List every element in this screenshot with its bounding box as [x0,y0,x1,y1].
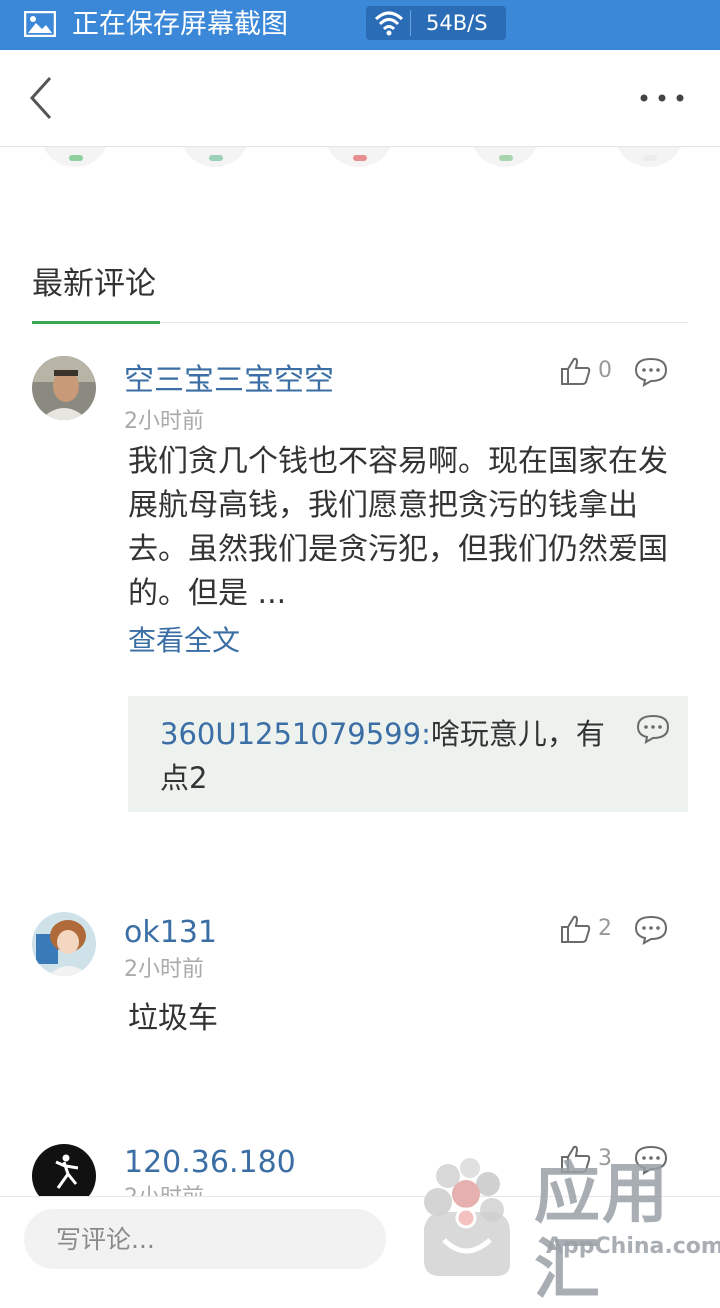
comment-username[interactable]: 120.36.180 [124,1144,296,1182]
share-more-icon[interactable] [614,147,684,167]
status-bar: 正在保存屏幕截图 54B/S [0,0,720,50]
top-nav [0,50,720,147]
share-row [0,147,720,177]
write-comment-input[interactable] [24,1209,386,1269]
more-options-icon[interactable] [632,80,692,116]
latest-comments-tab[interactable]: 最新评论 [32,264,156,304]
avatar-photo [32,912,96,976]
back-button[interactable] [20,72,64,122]
wifi-icon [374,11,404,36]
appchina-watermark: 应用汇 AppChina.com [418,1148,720,1308]
reply-content: 360U1251079599:啥玩意儿，有点2 [160,712,620,800]
thumbs-up-icon [561,915,591,943]
thumbs-up-icon [561,357,591,385]
network-indicator: 54B/S [366,6,506,40]
reply-author[interactable]: 360U1251079599: [160,717,431,751]
status-text: 正在保存屏幕截图 [72,9,288,40]
reply-bubble-icon[interactable] [634,915,668,945]
share-wechat-icon[interactable] [40,147,110,167]
share-qq-icon[interactable] [470,147,540,167]
reply-bubble-icon[interactable] [634,357,668,387]
comment-username[interactable]: ok131 [124,914,217,952]
watermark-title: 应用汇 [534,1155,670,1308]
avatar-photo [32,356,96,420]
like-button[interactable]: 0 [560,356,620,388]
like-button[interactable]: 2 [560,914,620,946]
watermark-subtitle: AppChina.com [546,1234,720,1259]
picture-icon [24,11,56,37]
share-moments-icon[interactable] [180,147,250,167]
avatar[interactable] [32,912,96,976]
comment-username[interactable]: 空三宝三宝空空 [124,362,334,400]
like-count: 2 [598,916,612,941]
reply-bubble-icon[interactable] [636,714,670,744]
tab-indicator [32,321,160,324]
like-count: 0 [598,358,612,383]
avatar[interactable] [32,356,96,420]
read-more-link[interactable]: 查看全文 [128,623,240,659]
reply-box: 360U1251079599:啥玩意儿，有点2 [128,696,688,812]
comment-text: 垃圾车 [128,1001,218,1036]
divider [410,10,411,36]
comment-text: 我们贪几个钱也不容易啊。现在国家在发展航母高钱，我们愿意把贪污的钱拿出去。虽然我… [128,444,668,611]
appchina-logo-icon [424,1158,510,1276]
network-speed: 54B/S [426,11,488,35]
comment-time: 2小时前 [124,409,204,434]
comment-time: 2小时前 [124,957,204,982]
share-weibo-icon[interactable] [324,147,394,167]
